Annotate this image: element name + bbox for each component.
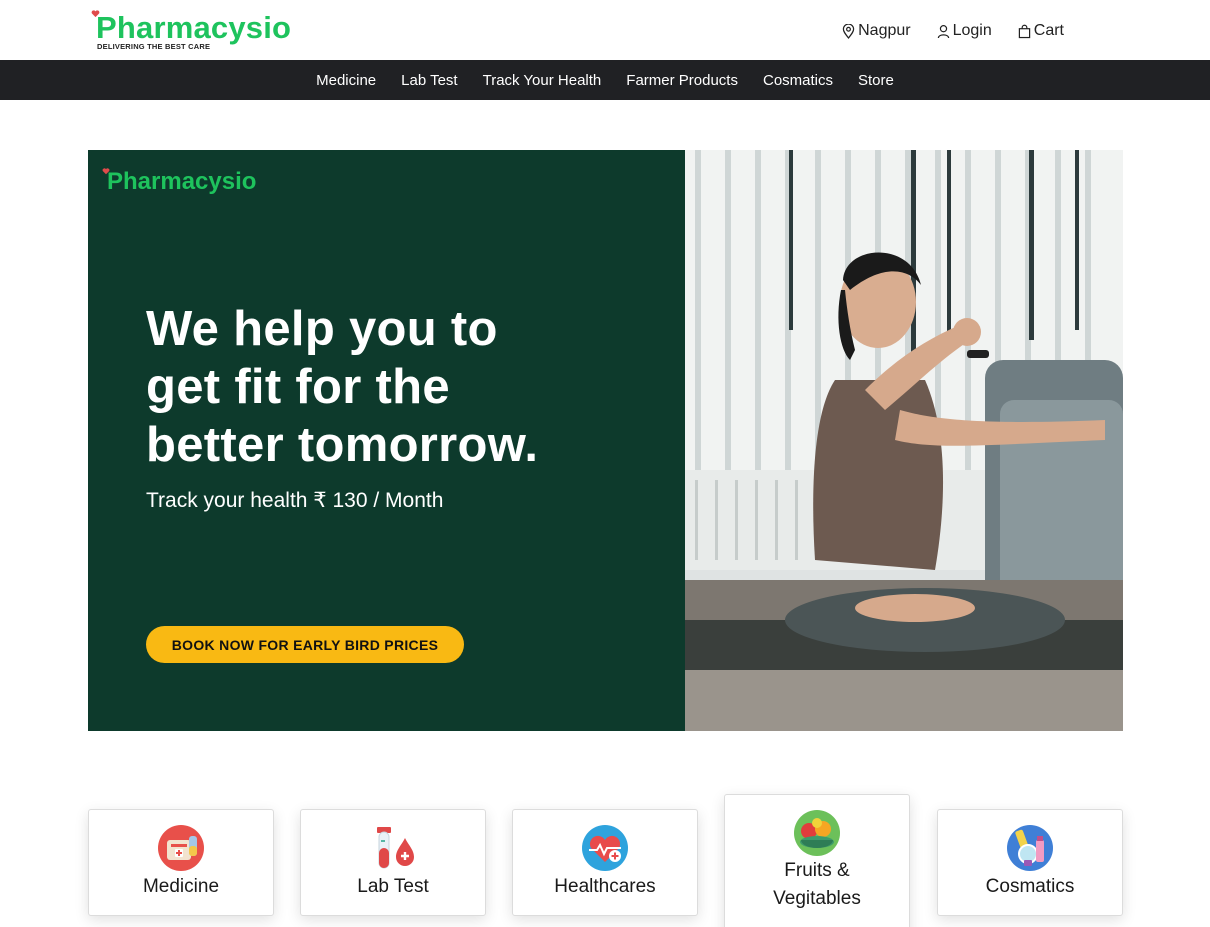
hero-image	[685, 150, 1123, 731]
medicine-icon	[158, 825, 204, 871]
cart-link[interactable]: Cart	[1018, 22, 1064, 40]
main-nav: Medicine Lab Test Track Your Health Farm…	[0, 60, 1210, 100]
fruits-icon	[794, 810, 840, 856]
brand-tagline: DELIVERING THE BEST CARE	[97, 42, 211, 51]
top-actions: Nagpur Login Cart	[842, 20, 1064, 42]
category-label-fruits-line-1: Fruits &	[784, 860, 850, 881]
user-icon	[937, 24, 949, 38]
nav-item-track-your-health[interactable]: Track Your Health	[483, 72, 602, 89]
lab-test-icon	[377, 827, 414, 869]
category-card-medicine[interactable]: Medicine	[88, 809, 274, 916]
category-label-medicine: Medicine	[142, 876, 220, 897]
nav-item-farmer-products[interactable]: Farmer Products	[626, 72, 738, 89]
category-card-fruits-vegitables[interactable]: Fruits & Vegitables	[724, 794, 910, 927]
hero-subtitle: Track your health ₹ 130 / Month	[146, 489, 444, 512]
hero-banner: Pharmacysio We help you to get fit for t…	[88, 150, 1123, 731]
category-card-cosmatics[interactable]: Cosmatics	[937, 809, 1123, 916]
nav-item-lab-test[interactable]: Lab Test	[401, 72, 457, 89]
hero-text-panel: Pharmacysio We help you to get fit for t…	[88, 150, 685, 731]
brand-name: Pharmacysio	[96, 10, 292, 45]
category-label-cosmatics: Cosmatics	[985, 876, 1075, 897]
hero-title-line-2: get fit for the	[146, 360, 450, 414]
healthcare-icon	[582, 825, 628, 871]
nav-item-cosmatics[interactable]: Cosmatics	[763, 72, 833, 89]
category-label-fruits-line-2: Vegitables	[773, 888, 861, 909]
category-label-healthcares: Healthcares	[554, 876, 656, 897]
brand-logo[interactable]: Pharmacysio DELIVERING THE BEST CARE	[90, 8, 330, 56]
login-label: Login	[952, 22, 992, 39]
nav-item-medicine[interactable]: Medicine	[316, 72, 376, 89]
hero-title-line-1: We help you to	[146, 302, 498, 356]
category-card-healthcares[interactable]: Healthcares	[512, 809, 698, 916]
category-label-fruits-vegitables: Fruits & Vegitables	[725, 857, 909, 913]
hero-title-line-3: better tomorrow.	[146, 418, 539, 472]
woman-stretching-illustration	[685, 150, 1123, 731]
cart-label: Cart	[1033, 22, 1064, 39]
location-pin-icon	[842, 23, 855, 39]
book-now-button[interactable]: BOOK NOW FOR EARLY BIRD PRICES	[146, 626, 464, 663]
location-link[interactable]: Nagpur	[842, 22, 911, 40]
category-label-lab-test: Lab Test	[357, 876, 429, 897]
hero-title: We help you to get fit for the better to…	[146, 300, 666, 474]
shopping-bag-icon	[1018, 24, 1030, 38]
hero-logo-text: Pharmacysio	[107, 168, 257, 195]
location-label: Nagpur	[858, 22, 911, 39]
top-header: Pharmacysio DELIVERING THE BEST CARE Nag…	[0, 0, 1210, 60]
category-card-lab-test[interactable]: Lab Test	[300, 809, 486, 916]
login-link[interactable]: Login	[937, 22, 992, 40]
nav-item-store[interactable]: Store	[858, 72, 894, 89]
cosmetics-icon	[1007, 825, 1053, 871]
